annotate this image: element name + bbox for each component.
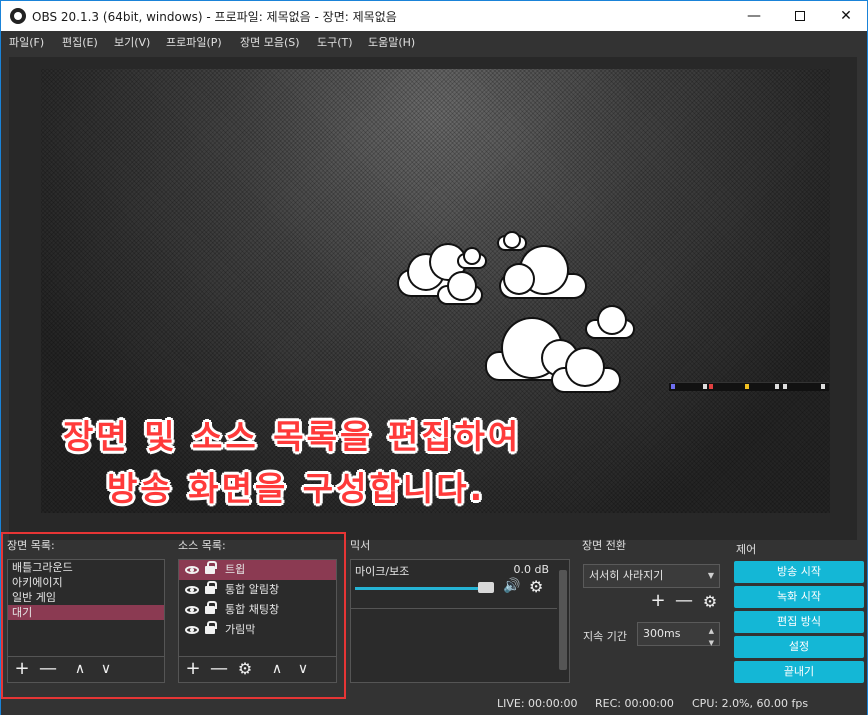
menu-edit[interactable]: 편집(E) <box>62 34 98 50</box>
add-transition-button[interactable]: + <box>648 591 668 611</box>
remove-transition-button[interactable]: — <box>674 591 694 611</box>
menu-file[interactable]: 파일(F) <box>9 34 44 50</box>
mixer-dock: 믹서 마이크/보조 0.0 dB 🔊 ⚙ <box>350 535 570 687</box>
exit-button[interactable]: 끝내기 <box>734 661 864 683</box>
transition-selected-value: 서서히 사라지기 <box>589 569 664 582</box>
maximize-button[interactable] <box>777 1 823 31</box>
live-time: LIVE: 00:00:00 <box>497 697 578 710</box>
duration-value: 300ms <box>643 627 681 640</box>
transition-properties-button[interactable]: ⚙ <box>700 592 720 612</box>
title-bar: OBS 20.1.3 (64bit, windows) - 프로파일: 제목없음… <box>0 0 868 31</box>
transitions-dock: 장면 전환 서서히 사라지기 ▼ + — ⚙ 지속 기간 300ms ▲ ▼ <box>582 535 722 687</box>
cpu-fps: CPU: 2.0%, 60.00 fps <box>692 697 809 710</box>
settings-button[interactable]: 설정 <box>734 636 864 658</box>
overlay-caption-line1: 장면 및 소스 목록을 편집하여 <box>63 417 522 456</box>
rec-time: REC: 00:00:00 <box>595 697 674 710</box>
menu-tools[interactable]: 도구(T) <box>317 34 353 50</box>
start-streaming-button[interactable]: 방송 시작 <box>734 561 864 583</box>
start-recording-button[interactable]: 녹화 시작 <box>734 586 864 608</box>
studio-mode-button[interactable]: 편집 방식 <box>734 611 864 633</box>
preview-canvas[interactable]: 장면 및 소스 목록을 편집하여 방송 화면을 구성합니다. <box>41 69 830 513</box>
volume-slider[interactable] <box>355 587 491 590</box>
mixer-db-value: 0.0 dB <box>513 563 549 576</box>
transitions-title: 장면 전환 <box>582 539 626 552</box>
mixer-track-name: 마이크/보조 <box>355 565 410 578</box>
duration-spinbox[interactable]: 300ms ▲ ▼ <box>637 622 720 647</box>
preview-area[interactable]: 장면 및 소스 목록을 편집하여 방송 화면을 구성합니다. <box>9 57 857 540</box>
divider <box>351 608 557 609</box>
menu-profile[interactable]: 프로파일(P) <box>166 34 222 50</box>
menu-help[interactable]: 도움말(H) <box>368 34 415 50</box>
mixer-panel: 마이크/보조 0.0 dB 🔊 ⚙ <box>350 559 570 683</box>
speaker-icon[interactable]: 🔊 <box>503 578 520 594</box>
duration-label: 지속 기간 <box>583 630 627 643</box>
controls-title: 제어 <box>736 543 757 556</box>
chevron-down-icon: ▼ <box>707 571 714 580</box>
overlay-caption-line2: 방송 화면을 구성합니다. <box>107 469 486 508</box>
mini-taskbar <box>669 382 829 391</box>
menu-bar: 파일(F) 편집(E) 보기(V) 프로파일(P) 장면 모음(S) 도구(T)… <box>1 31 867 52</box>
transition-select[interactable]: 서서히 사라지기 ▼ <box>583 564 720 588</box>
menu-scene-collection[interactable]: 장면 모음(S) <box>240 34 300 50</box>
highlight-box <box>1 532 346 699</box>
obs-logo-icon <box>10 8 26 24</box>
minimize-button[interactable]: — <box>731 1 777 31</box>
close-button[interactable]: ✕ <box>823 1 868 31</box>
mixer-scrollbar[interactable] <box>559 570 567 670</box>
spin-down-icon[interactable]: ▼ <box>709 632 714 654</box>
maximize-icon <box>795 11 805 21</box>
mixer-settings-gear-icon[interactable]: ⚙ <box>529 577 543 596</box>
window-title: OBS 20.1.3 (64bit, windows) - 프로파일: 제목없음… <box>32 10 397 24</box>
volume-slider-handle[interactable] <box>478 582 494 593</box>
menu-view[interactable]: 보기(V) <box>114 34 150 50</box>
mixer-title: 믹서 <box>350 539 371 552</box>
